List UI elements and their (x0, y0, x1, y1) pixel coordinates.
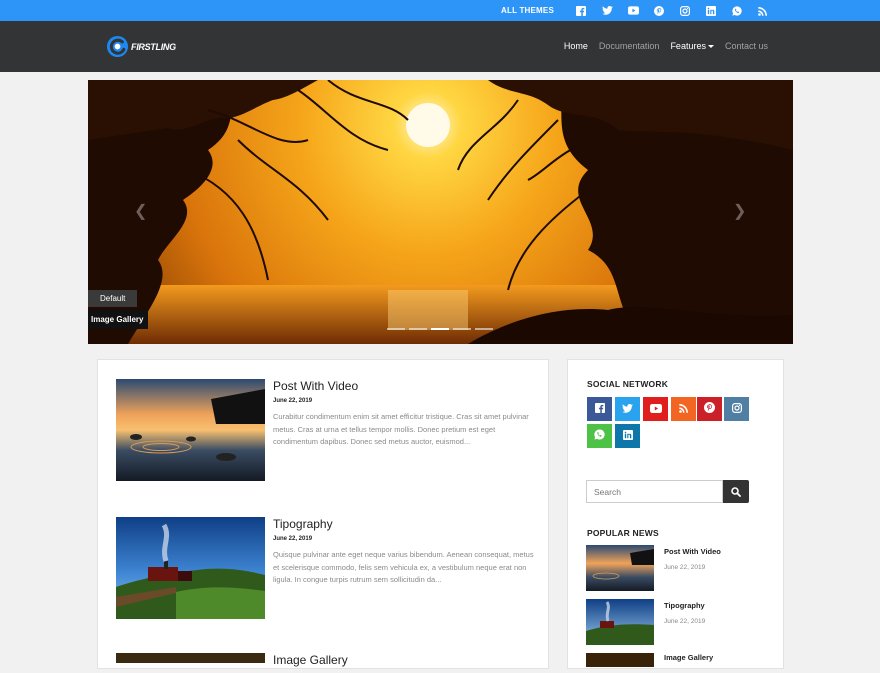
popular-news-title[interactable]: Post With Video (664, 547, 721, 556)
logo-text: FIRSTLING (131, 41, 176, 52)
linkedin-icon (622, 427, 633, 445)
twitter-icon[interactable] (601, 5, 613, 16)
popular-news-title[interactable]: Image Gallery (664, 653, 713, 662)
slider-dot[interactable] (475, 328, 493, 330)
post-item: Tipography June 22, 2019 Quisque pulvina… (116, 517, 536, 621)
social-rss-button[interactable] (671, 397, 696, 421)
lake-sunset-image (116, 379, 265, 481)
pinterest-icon (704, 400, 715, 418)
post-item: Image Gallery (116, 653, 536, 673)
category-badge[interactable]: Default (88, 290, 138, 307)
slider-indicators (387, 328, 497, 330)
popular-news-item: Tipography June 22, 2019 (586, 599, 766, 645)
popular-news-thumbnail[interactable] (586, 653, 654, 667)
linkedin-icon[interactable] (706, 5, 717, 16)
slider-dot-active[interactable] (431, 328, 449, 330)
rss-icon[interactable] (758, 5, 769, 16)
post-excerpt: Curabitur condimentum enim sit amet effi… (273, 412, 529, 446)
nav-features[interactable]: Features (670, 41, 714, 51)
youtube-icon[interactable] (627, 5, 639, 16)
social-twitter-button[interactable] (615, 397, 640, 421)
sidebar: SOCIAL NETWORK POPULAR NEWS Post With Vi… (567, 359, 784, 669)
twitter-icon (622, 400, 633, 418)
pinterest-icon[interactable] (654, 5, 665, 16)
post-date: June 22, 2019 (273, 398, 313, 404)
posts-column: Post With Video June 22, 2019 Curabitur … (97, 359, 549, 669)
post-thumbnail[interactable] (116, 379, 265, 481)
popular-news-date: June 22, 2019 (664, 564, 706, 571)
popular-news-title[interactable]: Tipography (664, 601, 705, 610)
post-title[interactable]: Post With Video (273, 379, 358, 393)
lake-sunset-thumb (586, 545, 654, 591)
sunset-slide-image (88, 80, 793, 344)
hero-slider[interactable]: ❮ ❯ (88, 80, 793, 344)
nav-contact[interactable]: Contact us (725, 41, 768, 51)
whatsapp-icon (594, 427, 605, 445)
instagram-icon (731, 400, 742, 418)
all-themes-link[interactable]: ALL THEMES (501, 6, 554, 15)
nav-features-label: Features (670, 41, 706, 51)
search-input[interactable] (586, 480, 723, 503)
popular-news-item: Post With Video June 22, 2019 (586, 545, 766, 591)
site-logo[interactable]: FIRSTLING (106, 35, 176, 58)
chevron-down-icon (707, 45, 714, 49)
post-item: Post With Video June 22, 2019 Curabitur … (116, 379, 536, 483)
social-facebook-button[interactable] (587, 397, 612, 421)
social-instagram-button[interactable] (724, 397, 749, 421)
post-title[interactable]: Image Gallery (273, 653, 348, 667)
slider-dot[interactable] (453, 328, 471, 330)
nav-home[interactable]: Home (564, 41, 588, 51)
nav-documentation[interactable]: Documentation (599, 41, 660, 51)
popular-news-date: June 22, 2019 (664, 618, 706, 625)
youtube-icon (649, 400, 662, 418)
search-icon (731, 486, 741, 497)
social-pinterest-button[interactable] (697, 397, 722, 421)
slider-dot[interactable] (409, 328, 427, 330)
post-thumbnail[interactable] (116, 653, 265, 663)
post-title[interactable]: Tipography (273, 517, 333, 531)
social-youtube-button[interactable] (643, 397, 668, 421)
steam-train-thumb (586, 599, 654, 645)
popular-news-thumbnail[interactable] (586, 599, 654, 645)
top-bar: ALL THEMES (0, 0, 880, 21)
social-whatsapp-button[interactable] (587, 424, 612, 448)
social-network-heading: SOCIAL NETWORK (587, 379, 669, 389)
popular-news-thumbnail[interactable] (586, 545, 654, 591)
slide-caption[interactable]: Image Gallery (88, 310, 148, 329)
rss-icon (678, 400, 689, 418)
steam-train-image (116, 517, 265, 619)
main-menu: Home Documentation Features Contact us (553, 41, 768, 51)
post-date: June 22, 2019 (273, 536, 313, 542)
popular-news-heading: POPULAR NEWS (587, 528, 659, 538)
instagram-icon[interactable] (680, 5, 691, 16)
main-navbar: FIRSTLING Home Documentation Features Co… (0, 21, 880, 72)
slider-prev-icon[interactable]: ❮ (134, 201, 147, 221)
facebook-icon (594, 400, 605, 418)
post-thumbnail[interactable] (116, 517, 265, 619)
logo-swirl-icon (106, 35, 129, 58)
facebook-icon[interactable] (576, 5, 587, 16)
popular-news-item: Image Gallery (586, 653, 766, 667)
whatsapp-icon[interactable] (732, 5, 743, 16)
search-button[interactable] (723, 480, 749, 503)
social-linkedin-button[interactable] (615, 424, 640, 448)
post-excerpt: Quisque pulvinar ante eget neque varius … (273, 550, 534, 584)
slider-next-icon[interactable]: ❯ (733, 201, 746, 221)
slider-dot[interactable] (387, 328, 405, 330)
